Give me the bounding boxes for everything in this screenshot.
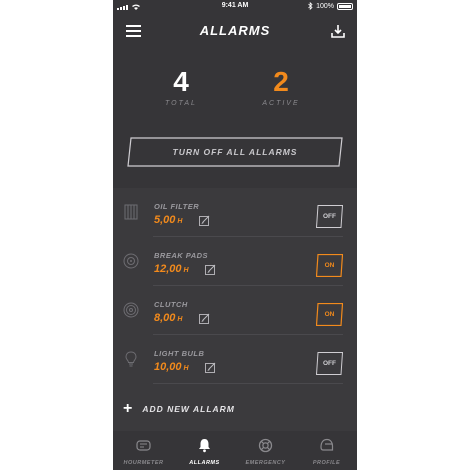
- total-count: 4: [173, 66, 189, 97]
- tab-hourmeter[interactable]: HOURMETER: [113, 432, 174, 470]
- tab-label: ALLARMS: [189, 460, 220, 466]
- light-bulb-icon: [125, 351, 137, 367]
- alarm-hours-value: 10,00: [154, 361, 182, 373]
- phone-screen: 9:41 AM 100% ALLARMS 4 TOTAL 2 ACTIVE TU…: [113, 0, 357, 470]
- alarm-row-clutch: CLUTCH 8,00 H ON: [113, 286, 357, 335]
- battery-icon: [337, 2, 353, 10]
- alarm-name: CLUTCH: [154, 300, 188, 309]
- tab-profile[interactable]: PROFILE: [296, 432, 357, 470]
- alarm-hours: 8,00 H: [154, 312, 182, 324]
- alarm-hours-unit: H: [177, 316, 183, 323]
- toggle-label: ON: [324, 262, 335, 269]
- status-bar: 9:41 AM 100%: [113, 0, 357, 12]
- alarm-row-break-pads: BREAK PADS 12,00 H ON: [113, 237, 357, 286]
- alarm-toggle[interactable]: ON: [316, 303, 343, 326]
- alarm-name: LIGHT BULB: [154, 349, 205, 358]
- alarm-row-light-bulb: LIGHT BULB 10,00 H OFF: [113, 335, 357, 384]
- tab-emergency[interactable]: EMERGENCY: [235, 432, 296, 470]
- tab-label: HOURMETER: [123, 460, 164, 466]
- tab-allarms[interactable]: ALLARMS: [174, 432, 235, 470]
- active-label: ACTIVE: [262, 100, 300, 107]
- active-count: 2: [273, 66, 289, 97]
- app-header: ALLARMS: [113, 18, 357, 44]
- toggle-label: OFF: [323, 213, 336, 220]
- alarm-name: BREAK PADS: [154, 251, 209, 260]
- alarm-hours: 10,00 H: [154, 361, 189, 373]
- alarm-hours-value: 8,00: [154, 312, 176, 324]
- alarm-hours-value: 5,00: [154, 214, 176, 226]
- toggle-label: OFF: [323, 360, 336, 367]
- alarm-toggle[interactable]: OFF: [316, 352, 343, 375]
- bluetooth-icon: [308, 2, 313, 10]
- plus-icon: +: [123, 400, 133, 417]
- alarm-toggle[interactable]: ON: [316, 254, 343, 277]
- download-icon[interactable]: [331, 24, 345, 38]
- brake-disc-icon: [123, 253, 139, 269]
- total-label: TOTAL: [165, 100, 197, 107]
- alarm-hours-unit: H: [183, 365, 189, 372]
- alarm-hours: 12,00 H: [154, 263, 189, 275]
- helmet-icon: [320, 438, 334, 451]
- tab-label: PROFILE: [312, 460, 341, 466]
- toggle-label: ON: [324, 311, 335, 318]
- oil-filter-icon: [124, 204, 138, 220]
- alarm-hours-unit: H: [183, 267, 189, 274]
- hourmeter-icon: [136, 440, 151, 451]
- tab-bar: HOURMETER ALLARMS EMERGENCY PROFILE: [113, 432, 357, 470]
- clutch-icon: [123, 302, 139, 318]
- alarm-list: OIL FILTER 5,00H OFF BREAK PADS 12,00H: [113, 188, 357, 431]
- page-title: ALLARMS: [199, 23, 271, 38]
- alarm-hours: 5,00 H: [154, 214, 182, 226]
- battery-percent: 100%: [316, 2, 334, 10]
- edit-icon[interactable]: [199, 215, 210, 226]
- alarm-name: OIL FILTER: [154, 202, 200, 211]
- lifebuoy-icon: [258, 438, 273, 453]
- alarm-row-oil-filter: OIL FILTER 5,00 H OFF: [113, 188, 357, 237]
- divider: [153, 383, 343, 384]
- tab-label: EMERGENCY: [245, 460, 286, 466]
- alarm-hours-unit: H: [177, 218, 183, 225]
- alarm-toggle[interactable]: OFF: [316, 205, 343, 228]
- total-stat: 4 TOTAL: [141, 66, 221, 107]
- active-stat: 2 ACTIVE: [241, 66, 321, 107]
- turn-off-all-button[interactable]: TURN OFF ALL ALLARMS: [127, 137, 343, 167]
- turn-off-all-label: TURN OFF ALL ALLARMS: [172, 147, 298, 157]
- alarm-hours-value: 12,00: [154, 263, 182, 275]
- bell-icon: [199, 439, 210, 453]
- edit-icon[interactable]: [205, 362, 216, 373]
- edit-icon[interactable]: [199, 313, 210, 324]
- add-new-alarm-button[interactable]: + ADD NEW ALLARM: [123, 399, 235, 419]
- edit-icon[interactable]: [205, 264, 216, 275]
- add-new-alarm-label: ADD NEW ALLARM: [142, 404, 235, 414]
